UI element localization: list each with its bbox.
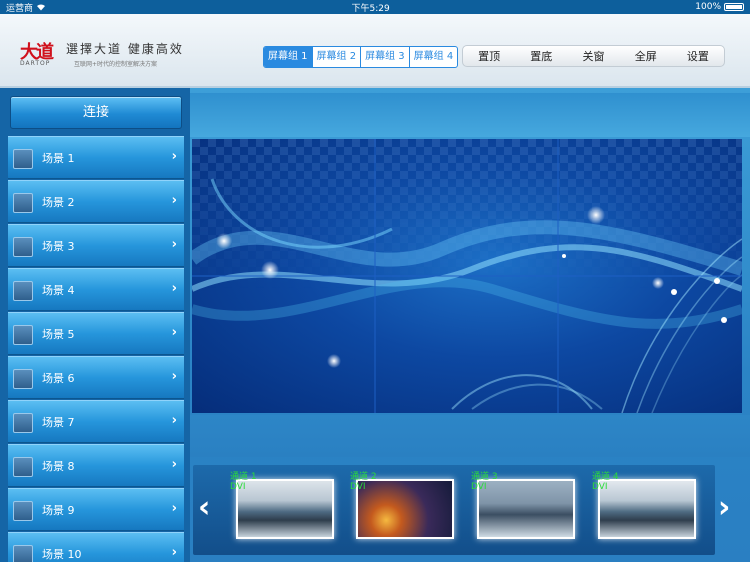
fullscreen-button[interactable]: 全屏 [620,46,672,66]
settings-button[interactable]: 设置 [672,46,724,66]
scene-thumbnail [13,457,33,477]
chevron-right-icon: › [171,325,177,340]
scene-thumbnail [13,281,33,301]
scene-item-10[interactable]: 场景 10 › [8,532,184,562]
scene-label: 场景 4 [42,284,75,297]
status-bar: 运营商 下午5:29 100% [0,0,750,14]
battery-percent: 100% [695,2,721,12]
scene-label: 场景 8 [42,460,75,473]
battery-icon [724,3,744,11]
chevron-right-icon: › [171,501,177,516]
scene-label: 场景 2 [42,196,75,209]
chevron-right-icon: › [171,193,177,208]
main-area: ‹ 通道 1 DVI 通道 2 DVI 通道 3 DVI 通道 4 DVI › [190,88,750,562]
scene-thumbnail [13,237,33,257]
channel-type: DVI [230,482,246,492]
channel-bar: ‹ 通道 1 DVI 通道 2 DVI 通道 3 DVI 通道 4 DVI › [193,465,730,555]
chevron-left-icon[interactable]: ‹ [198,493,210,523]
tab-screen-group-1[interactable]: 屏幕组 1 [264,47,313,67]
scene-item-8[interactable]: 场景 8 › [8,444,184,487]
channel-type: DVI [350,482,366,492]
scene-thumbnail [13,413,33,433]
display-bottom-band [190,415,750,457]
window-actions: 置顶 置底 关窗 全屏 设置 [462,45,725,67]
video-wall-canvas[interactable] [192,139,742,413]
chevron-right-icon: › [171,237,177,252]
send-to-bottom-button[interactable]: 置底 [515,46,567,66]
app-header: 大道 DARTOP 選擇大道 健康高效 互联网+时代的控制室解决方案 屏幕组 1… [0,14,750,88]
tab-screen-group-3[interactable]: 屏幕组 3 [361,47,410,67]
tab-screen-group-2[interactable]: 屏幕组 2 [313,47,362,67]
channel-item-4[interactable]: 通道 4 DVI [592,472,700,542]
tab-screen-group-4[interactable]: 屏幕组 4 [410,47,458,67]
scene-label: 场景 9 [42,504,75,517]
channel-type: DVI [592,482,608,492]
connect-button[interactable]: 连接 [10,96,182,129]
sidebar: 连接 场景 1 › 场景 2 › 场景 3 › 场景 4 › 场景 5 › 场景 6 › 场… [0,88,190,562]
scene-thumbnail [13,193,33,213]
scene-thumbnail [13,545,33,562]
close-window-button[interactable]: 关窗 [567,46,619,66]
channel-thumbnail [477,479,575,539]
channel-name: 通道 3 [471,472,498,482]
scene-thumbnail [13,325,33,345]
slogan: 選擇大道 健康高效 [66,42,184,56]
channel-item-1[interactable]: 通道 1 DVI [230,472,338,542]
wifi-icon [37,4,46,11]
scene-item-7[interactable]: 场景 7 › [8,400,184,443]
channel-item-2[interactable]: 通道 2 DVI [350,472,458,542]
scene-thumbnail [13,369,33,389]
scene-item-5[interactable]: 场景 5 › [8,312,184,355]
chevron-right-icon: › [171,457,177,472]
scene-label: 场景 5 [42,328,75,341]
bring-to-top-button[interactable]: 置顶 [463,46,515,66]
logo-en: DARTOP [20,60,51,67]
channel-type: DVI [471,482,487,492]
scene-item-1[interactable]: 场景 1 › [8,136,184,179]
chevron-right-icon: › [171,149,177,164]
brand-logo: 大道 DARTOP [20,38,64,68]
scene-thumbnail [13,501,33,521]
channel-name: 通道 4 [592,472,619,482]
scene-label: 场景 3 [42,240,75,253]
scene-label: 场景 1 [42,152,75,165]
channel-thumbnail [236,479,334,539]
display-top-band [190,93,750,137]
wallpaper-graphic [192,139,742,413]
scene-item-4[interactable]: 场景 4 › [8,268,184,311]
scene-item-3[interactable]: 场景 3 › [8,224,184,267]
channel-thumbnail [356,479,454,539]
chevron-right-icon: › [171,369,177,384]
scene-list: 场景 1 › 场景 2 › 场景 3 › 场景 4 › 场景 5 › 场景 6 › 场景 7… [8,136,184,562]
chevron-right-icon: › [171,413,177,428]
chevron-right-icon: › [171,281,177,296]
scene-thumbnail [13,149,33,169]
carrier-label: 运营商 [6,3,34,14]
clock: 下午5:29 [351,3,390,14]
scene-label: 场景 10 [42,548,82,561]
channel-name: 通道 1 [230,472,257,482]
scene-label: 场景 6 [42,372,75,385]
screen-group-tabs: 屏幕组 1 屏幕组 2 屏幕组 3 屏幕组 4 [263,46,459,68]
scene-item-2[interactable]: 场景 2 › [8,180,184,223]
scene-item-9[interactable]: 场景 9 › [8,488,184,531]
scene-item-6[interactable]: 场景 6 › [8,356,184,399]
slogan-sub: 互联网+时代的控制室解决方案 [74,61,158,68]
channel-thumbnail [598,479,696,539]
channel-name: 通道 2 [350,472,377,482]
scene-label: 场景 7 [42,416,75,429]
chevron-right-icon[interactable]: › [718,493,730,523]
channel-item-3[interactable]: 通道 3 DVI [471,472,579,542]
chevron-right-icon: › [171,545,177,560]
